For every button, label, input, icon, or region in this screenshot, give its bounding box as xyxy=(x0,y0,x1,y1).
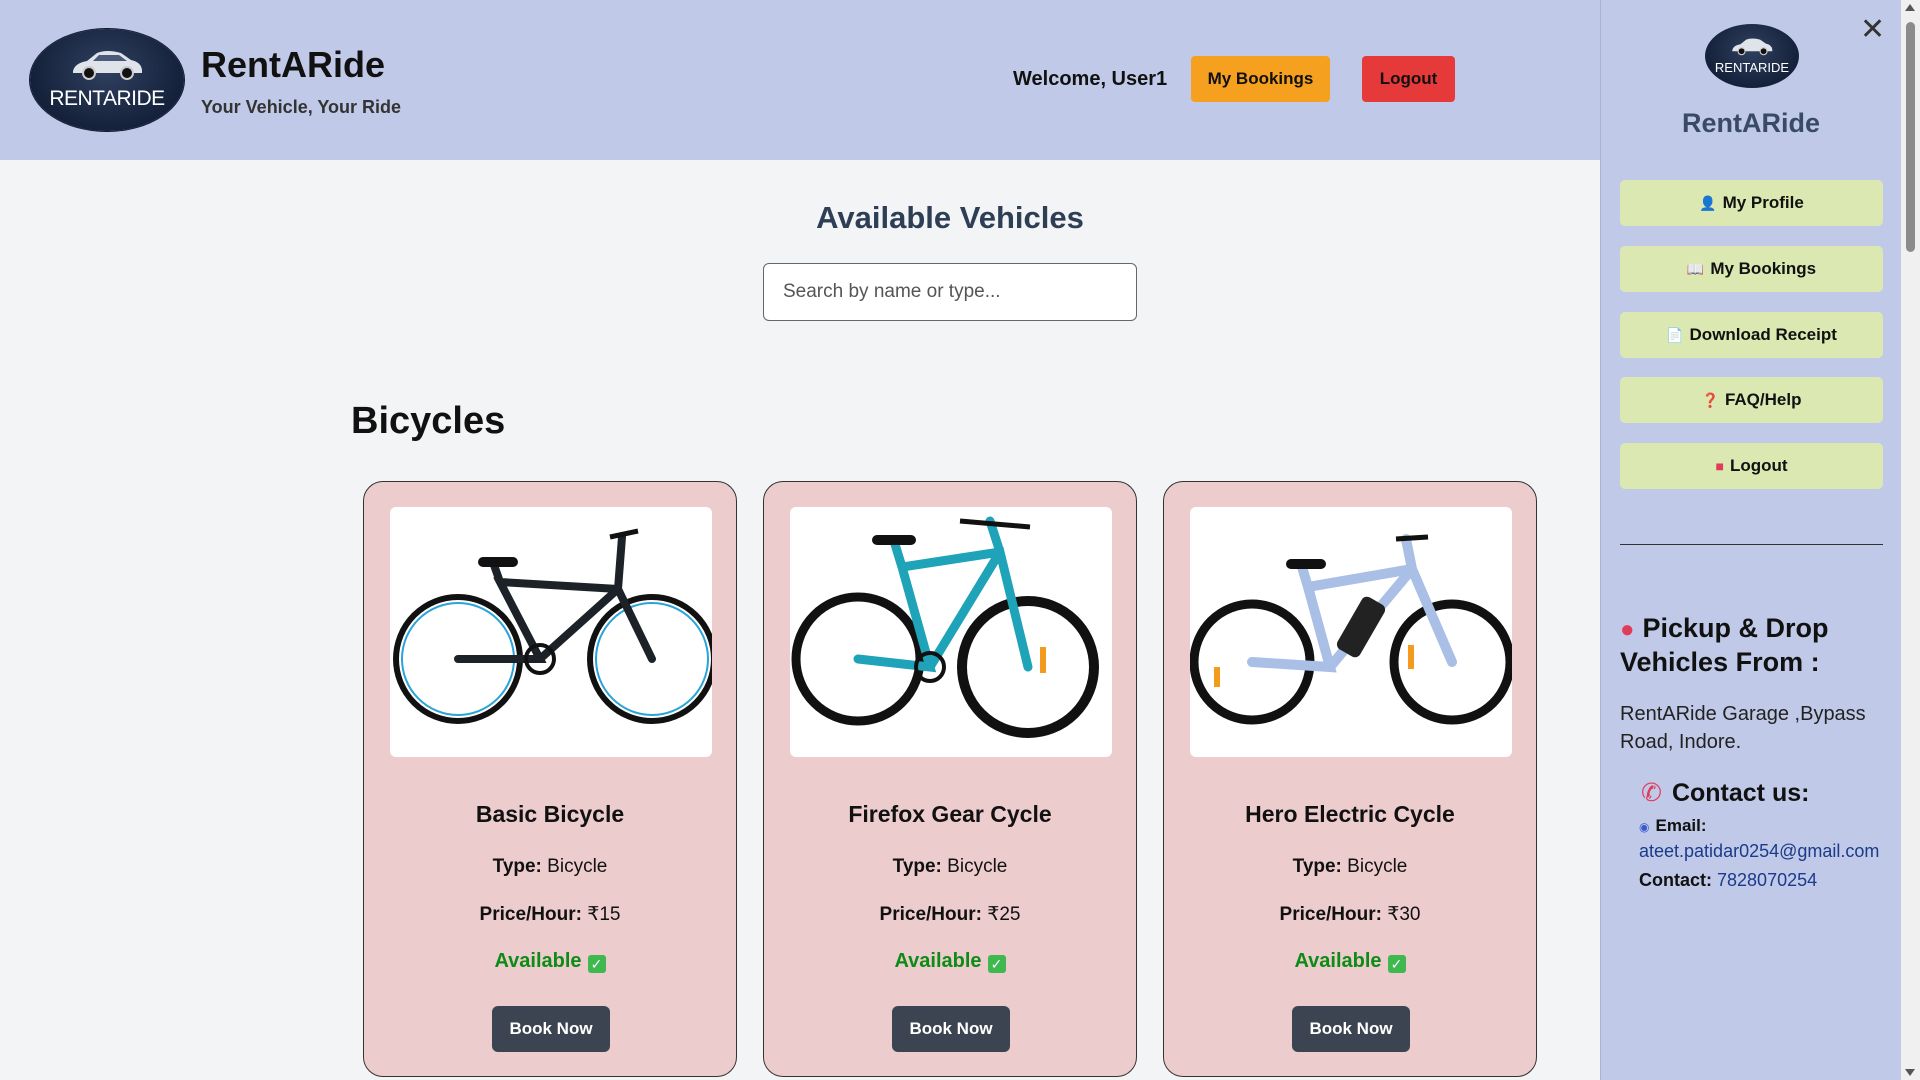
scrollbar[interactable] xyxy=(1901,0,1920,1080)
close-icon[interactable]: ✕ xyxy=(1860,12,1885,47)
user-icon: 👤 xyxy=(1699,195,1717,211)
book-now-button[interactable]: Book Now xyxy=(892,1006,1010,1052)
availability-status: Available ✓ xyxy=(1164,950,1536,973)
brand-title: RentARide xyxy=(201,44,386,85)
search-input[interactable] xyxy=(763,263,1137,321)
email-value[interactable]: ateet.patidar0254@gmail.com xyxy=(1639,841,1879,862)
vehicle-image xyxy=(390,507,712,757)
check-icon: ✓ xyxy=(987,955,1006,973)
logout-icon: ■ xyxy=(1715,458,1724,474)
email-label: ◉ Email: xyxy=(1639,816,1707,835)
availability-status: Available ✓ xyxy=(764,950,1136,973)
vehicle-name: Basic Bicycle xyxy=(475,801,625,827)
scroll-down-icon[interactable] xyxy=(1905,1069,1915,1076)
vehicle-price: Price/Hour: ₹30 xyxy=(1279,904,1421,925)
vehicle-name: Hero Electric Cycle xyxy=(1245,801,1455,827)
sidebar-item-download-receipt[interactable]: 📄 Download Receipt xyxy=(1620,312,1883,358)
pickup-title: ● Pickup & Drop Vehicles From : xyxy=(1620,613,1829,677)
phone-value[interactable]: 7828070254 xyxy=(1717,870,1817,890)
question-icon: ❓ xyxy=(1701,392,1719,408)
document-icon: 📄 xyxy=(1666,327,1684,343)
logo-text: RENTARIDE xyxy=(49,87,165,110)
header: RENTARIDE RentARide Your Vehicle, Your R… xyxy=(0,0,1600,160)
bicycle-icon xyxy=(1190,534,1512,725)
check-icon: ✓ xyxy=(1387,955,1406,973)
car-icon xyxy=(73,51,142,80)
availability-status: Available ✓ xyxy=(364,950,736,973)
vehicle-type: Type: Bicycle xyxy=(1292,856,1408,877)
vehicle-card: Basic Bicycle Type: Bicycle Price/Hour: … xyxy=(363,481,737,1077)
logout-button[interactable]: Logout xyxy=(1362,56,1455,102)
phone-icon: ✆ xyxy=(1641,779,1662,807)
vehicle-type: Type: Bicycle xyxy=(492,856,608,877)
sidebar-item-my-profile[interactable]: 👤 My Profile xyxy=(1620,180,1883,226)
sidebar: ✕ RENTARIDE RentARide 👤 My Profile 📖 My Bo… xyxy=(1600,0,1901,1080)
vehicle-type: Type: Bicycle xyxy=(892,856,1008,877)
divider xyxy=(1620,544,1883,545)
my-bookings-button[interactable]: My Bookings xyxy=(1191,56,1330,102)
welcome-text: Welcome, User1 xyxy=(1013,68,1168,90)
logo[interactable]: RENTARIDE xyxy=(30,29,184,131)
vehicle-card: Hero Electric Cycle Type: Bicycle Price/… xyxy=(1163,481,1537,1077)
vehicle-card: Firefox Gear Cycle Type: Bicycle Price/H… xyxy=(763,481,1137,1077)
sidebar-logo[interactable]: RENTARIDE xyxy=(1705,24,1799,88)
vehicle-price: Price/Hour: ₹25 xyxy=(879,904,1021,925)
book-now-button[interactable]: Book Now xyxy=(492,1006,610,1052)
book-icon: 📖 xyxy=(1686,261,1705,277)
bicycle-icon xyxy=(791,516,1099,738)
contact-line: Contact: 7828070254 xyxy=(1639,870,1818,890)
contact-title: ✆ Contact us: xyxy=(1641,779,1810,807)
section-title: Bicycles xyxy=(351,400,506,442)
sidebar-brand: RentARide xyxy=(1681,108,1820,138)
pickup-address: RentARide Garage ,Bypass Road, Indore. xyxy=(1620,703,1866,753)
car-icon xyxy=(1732,38,1773,56)
scroll-thumb[interactable] xyxy=(1906,22,1915,252)
sidebar-item-logout[interactable]: ■ Logout xyxy=(1620,443,1883,489)
scroll-up-icon[interactable] xyxy=(1905,4,1915,11)
vehicle-name: Firefox Gear Cycle xyxy=(848,801,1052,827)
email-icon: ◉ xyxy=(1639,820,1650,834)
bicycle-icon xyxy=(393,528,712,724)
vehicle-image xyxy=(1190,507,1512,757)
brand-subtitle: Your Vehicle, Your Ride xyxy=(201,97,402,117)
check-icon: ✓ xyxy=(587,955,606,973)
location-pin-icon: ● xyxy=(1620,616,1635,643)
sidebar-item-my-bookings[interactable]: 📖 My Bookings xyxy=(1620,246,1883,292)
vehicle-price: Price/Hour: ₹15 xyxy=(479,904,621,925)
vehicle-image xyxy=(790,507,1112,757)
sidebar-item-faq-help[interactable]: ❓ FAQ/Help xyxy=(1620,377,1883,423)
book-now-button[interactable]: Book Now xyxy=(1292,1006,1410,1052)
logo-text: RENTARIDE xyxy=(1714,60,1790,75)
